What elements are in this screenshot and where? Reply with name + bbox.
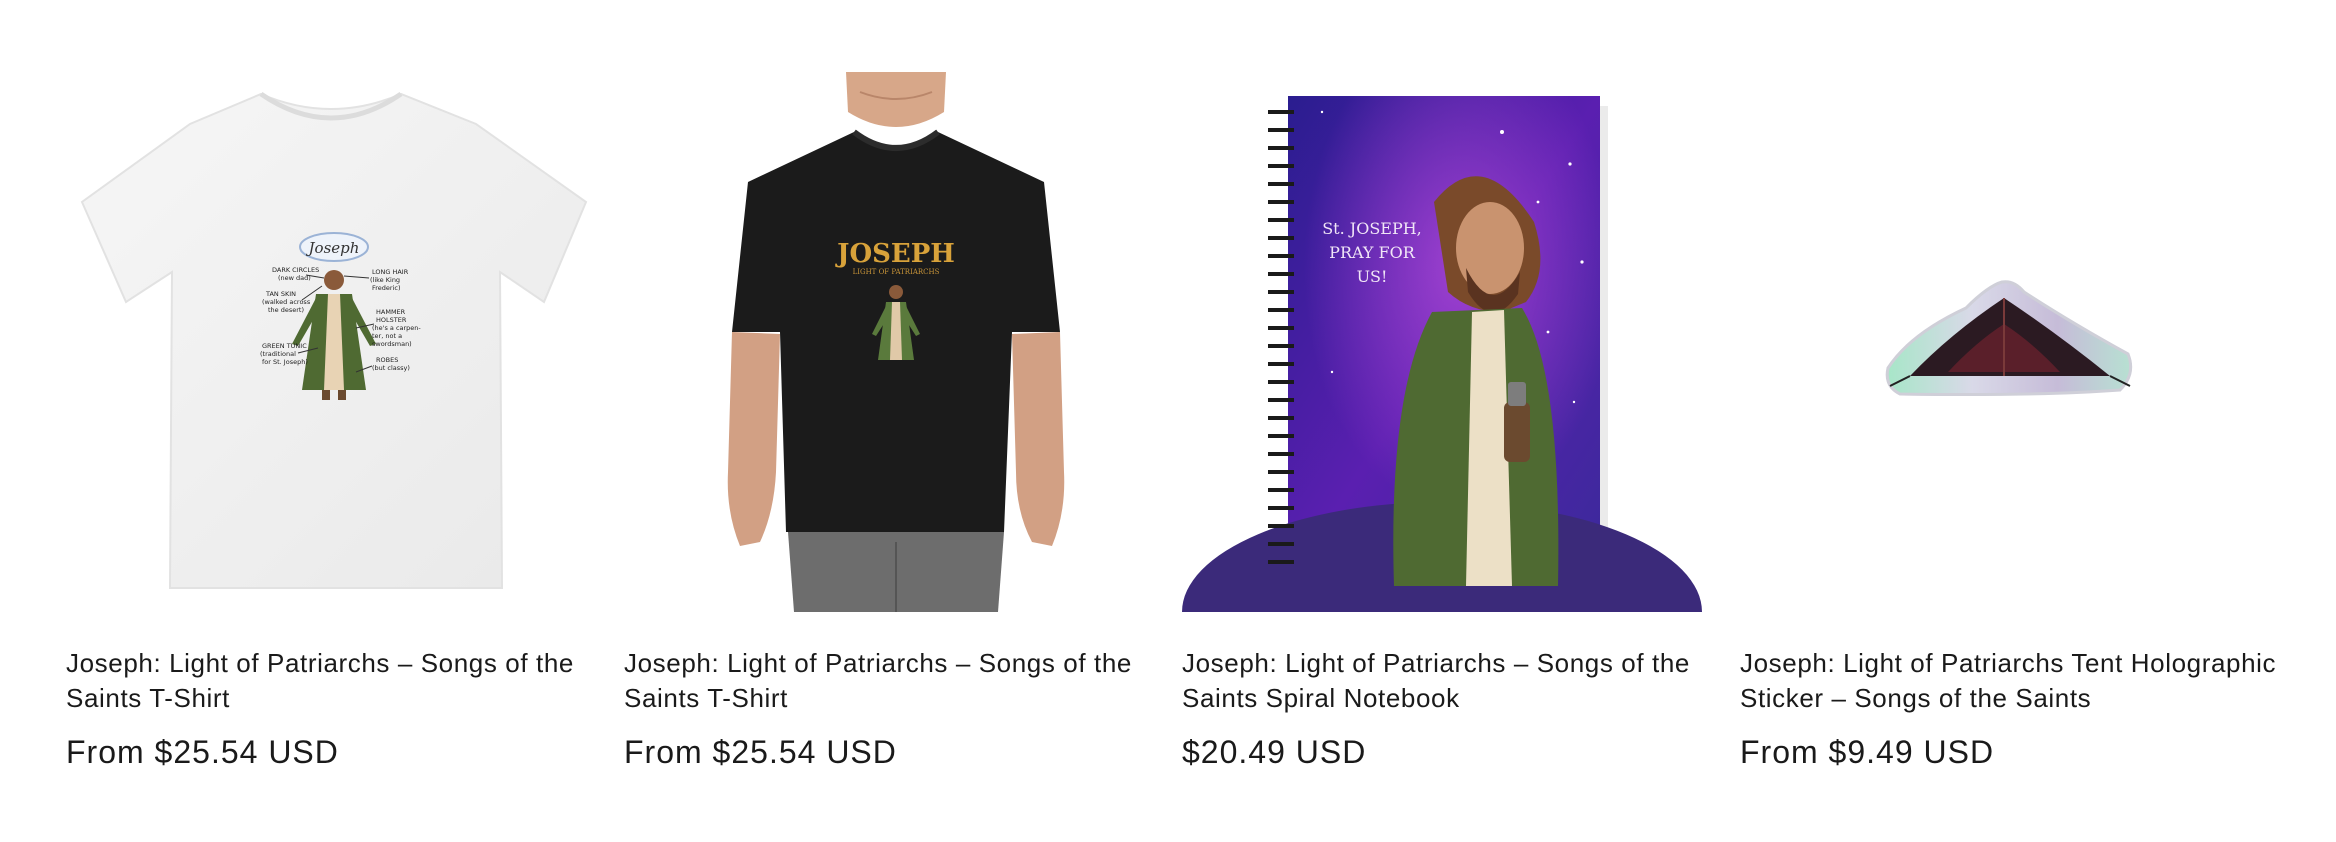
product-card[interactable]: JOSEPH LIGHT OF PATRIARCHS Joseph: Light… — [624, 0, 1162, 842]
svg-text:(but classy): (but classy) — [372, 364, 410, 372]
svg-text:for St. Joseph): for St. Joseph) — [262, 358, 308, 366]
svg-text:HAMMER: HAMMER — [376, 308, 406, 316]
svg-text:ter, not a: ter, not a — [372, 332, 402, 340]
product-title-link[interactable]: Joseph: Light of Patriarchs – Songs of t… — [1182, 646, 1720, 716]
product-card[interactable]: Joseph DARK CIRCLES (new dad) TAN SKIN (wa… — [66, 0, 604, 842]
svg-text:LIGHT OF PATRIARCHS: LIGHT OF PATRIARCHS — [853, 268, 940, 276]
svg-text:(new dad): (new dad) — [278, 274, 311, 282]
svg-text:PRAY FOR: PRAY FOR — [1329, 243, 1416, 262]
svg-text:ROBES: ROBES — [376, 356, 398, 364]
spiral-notebook-product-image[interactable]: St. JOSEPH, PRAY FOR US! — [1182, 72, 1720, 612]
product-title-link[interactable]: Joseph: Light of Patriarchs – Songs of t… — [624, 646, 1162, 716]
product-card[interactable]: Joseph: Light of Patriarchs Tent Hologra… — [1740, 0, 2278, 842]
product-price: From $25.54 USD — [66, 734, 339, 770]
svg-text:the desert): the desert) — [268, 306, 304, 314]
product-price: From $25.54 USD — [624, 734, 897, 770]
tent-sticker-product-image[interactable] — [1740, 72, 2278, 612]
product-grid: Joseph DARK CIRCLES (new dad) TAN SKIN (wa… — [0, 0, 2336, 842]
svg-text:St. JOSEPH,: St. JOSEPH, — [1322, 219, 1422, 238]
product-title-link[interactable]: Joseph: Light of Patriarchs Tent Hologra… — [1740, 646, 2278, 716]
product-price: $20.49 USD — [1182, 734, 1367, 770]
svg-text:Joseph: Joseph — [306, 239, 360, 257]
svg-text:US!: US! — [1357, 267, 1388, 286]
svg-text:(he's a carpen-: (he's a carpen- — [372, 324, 421, 332]
white-tshirt-product-image[interactable]: Joseph DARK CIRCLES(new dad) TAN SKIN(wa… — [66, 72, 604, 612]
product-title-link[interactable]: Joseph: Light of Patriarchs – Songs of t… — [66, 646, 604, 716]
black-tshirt-model-product-image[interactable]: JOSEPH LIGHT OF PATRIARCHS — [624, 72, 1162, 612]
svg-text:TAN SKIN: TAN SKIN — [265, 290, 296, 298]
svg-text:GREEN TUNIC: GREEN TUNIC — [262, 342, 307, 350]
svg-text:JOSEPH: JOSEPH — [835, 239, 955, 269]
svg-text:HOLSTER: HOLSTER — [376, 316, 407, 324]
svg-text:DARK CIRCLES: DARK CIRCLES — [272, 266, 319, 274]
svg-text:swordsman): swordsman) — [372, 340, 412, 348]
product-price: From $9.49 USD — [1740, 734, 1995, 770]
product-card[interactable]: St. JOSEPH, PRAY FOR US! Joseph: Light o… — [1182, 0, 1720, 842]
svg-text:Frederic): Frederic) — [372, 284, 401, 292]
svg-text:(traditional: (traditional — [260, 350, 296, 358]
svg-text:LONG HAIR: LONG HAIR — [372, 268, 409, 276]
svg-text:(like King: (like King — [370, 276, 400, 284]
